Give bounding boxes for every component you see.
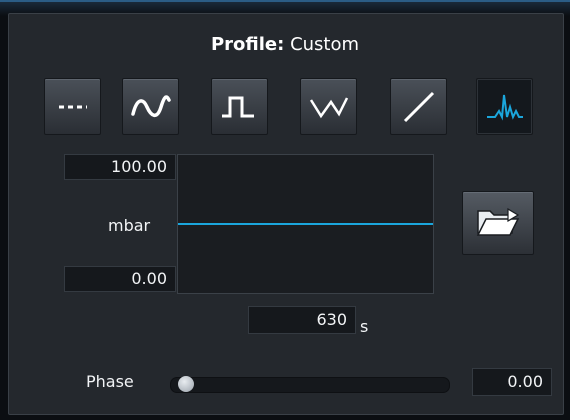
triangle-wave-icon (309, 96, 348, 118)
waveform-square-button[interactable] (211, 78, 268, 135)
waveform-ramp-button[interactable] (390, 78, 447, 135)
dashed-line-icon (58, 105, 87, 108)
waveform-constant-button[interactable] (44, 78, 101, 135)
load-profile-button[interactable] (462, 191, 534, 255)
phase-slider-knob[interactable] (178, 376, 194, 392)
profile-plot (177, 154, 434, 294)
square-wave-icon (221, 96, 254, 117)
profile-label: Profile: (210, 34, 285, 55)
plot-unit-label: mbar (108, 216, 151, 235)
waveform-custom-button[interactable] (476, 78, 533, 135)
profile-value: Custom (290, 34, 360, 55)
phase-label: Phase (86, 372, 134, 391)
plot-max-field[interactable]: 100.00 (64, 154, 176, 180)
waveform-triangle-button[interactable] (300, 78, 357, 135)
sine-wave-icon (130, 94, 171, 117)
phase-value-field[interactable]: 0.00 (472, 368, 552, 396)
profile-line (178, 223, 433, 225)
waveform-sine-button[interactable] (122, 78, 179, 135)
duration-unit-label: s (360, 317, 369, 336)
duration-field[interactable]: 630 (248, 306, 356, 334)
custom-peaks-icon (486, 94, 523, 121)
profile-title: Profile: Custom (0, 34, 570, 55)
plot-min-field[interactable]: 0.00 (64, 266, 176, 292)
folder-open-icon (476, 207, 520, 236)
ramp-icon (403, 91, 434, 122)
phase-slider[interactable] (170, 377, 450, 393)
